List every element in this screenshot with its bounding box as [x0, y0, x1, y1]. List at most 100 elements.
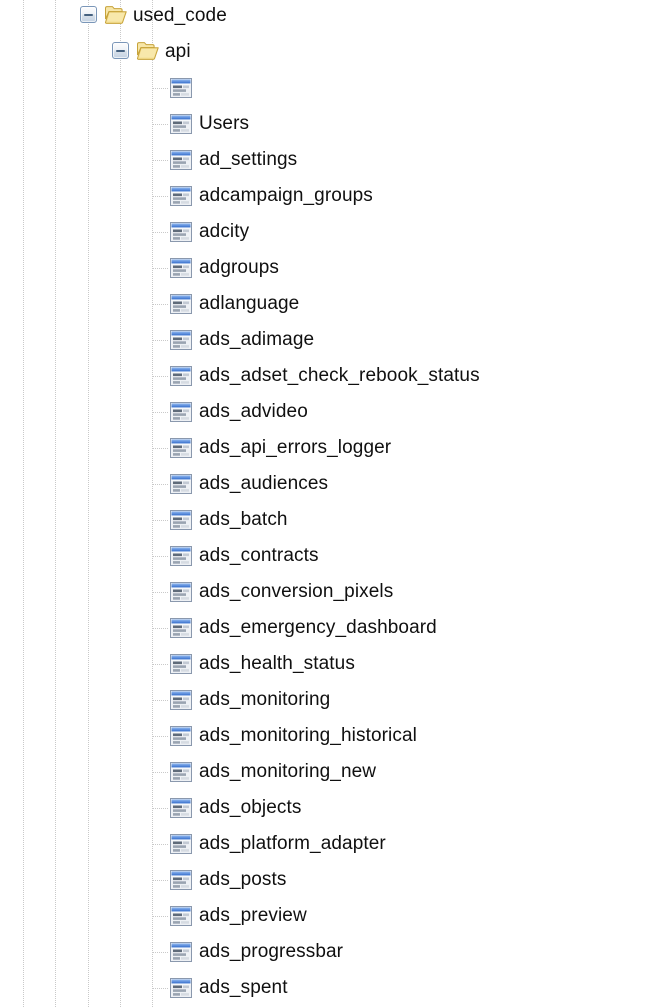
table-view-icon: [170, 150, 192, 170]
table-view-icon: [170, 294, 192, 314]
tree-connector-line: [153, 664, 169, 665]
tree-table-row-ads-api-errors-logger[interactable]: ads_api_errors_logger: [0, 430, 672, 466]
table-view-icon: [170, 762, 192, 782]
tree-table-row-ads-health-status[interactable]: ads_health_status: [0, 646, 672, 682]
expander-minus-icon[interactable]: [112, 42, 129, 59]
table-label: ads_spent: [199, 977, 288, 998]
tree-table-row-unnamed[interactable]: [0, 70, 672, 106]
tree-connector-line: [153, 88, 169, 89]
table-label: adcampaign_groups: [199, 185, 373, 206]
table-view-icon: [170, 546, 192, 566]
table-view-icon: [170, 78, 192, 98]
table-view-icon: [170, 186, 192, 206]
expander-minus-icon[interactable]: [80, 6, 97, 23]
table-view-icon: [170, 474, 192, 494]
table-label: ads_emergency_dashboard: [199, 617, 437, 638]
table-label: ads_advideo: [199, 401, 308, 422]
table-label: ads_monitoring_new: [199, 761, 377, 782]
tree-table-row-adlanguage[interactable]: adlanguage: [0, 286, 672, 322]
table-view-icon: [170, 978, 192, 998]
tree-table-row-ads-preview[interactable]: ads_preview: [0, 898, 672, 934]
tree-folder-row-used-code[interactable]: used_code: [0, 0, 672, 34]
tree-table-row-ads-audiences[interactable]: ads_audiences: [0, 466, 672, 502]
folder-label: api: [165, 41, 191, 62]
tree-table-row-ads-batch[interactable]: ads_batch: [0, 502, 672, 538]
table-view-icon: [170, 798, 192, 818]
table-label: ads_objects: [199, 797, 302, 818]
tree-table-row-ads-posts[interactable]: ads_posts: [0, 862, 672, 898]
table-view-icon: [170, 402, 192, 422]
table-view-icon: [170, 582, 192, 602]
table-view-icon: [170, 618, 192, 638]
table-label: adlanguage: [199, 293, 300, 314]
table-view-icon: [170, 438, 192, 458]
tree-connector-line: [153, 772, 169, 773]
table-label: ads_posts: [199, 869, 287, 890]
table-label: ads_conversion_pixels: [199, 581, 394, 602]
tree-table-row-ads-advideo[interactable]: ads_advideo: [0, 394, 672, 430]
file-tree-explorer[interactable]: used_codeapi Users ad_settings adcampaign_g…: [0, 0, 672, 1008]
table-label: ads_adset_check_rebook_status: [199, 365, 480, 386]
table-view-icon: [170, 222, 192, 242]
table-view-icon: [170, 942, 192, 962]
tree-connector-line: [153, 268, 169, 269]
tree-connector-line: [153, 376, 169, 377]
table-view-icon: [170, 114, 192, 134]
tree-table-row-ads-spent[interactable]: ads_spent: [0, 970, 672, 1006]
tree-table-row-ads-adimage[interactable]: ads_adimage: [0, 322, 672, 358]
tree-table-row-ad-settings[interactable]: ad_settings: [0, 142, 672, 178]
tree-table-row-adcampaign-groups[interactable]: adcampaign_groups: [0, 178, 672, 214]
table-label: ads_audiences: [199, 473, 329, 494]
tree-table-row-ads-monitoring[interactable]: ads_monitoring: [0, 682, 672, 718]
table-label: Users: [199, 113, 250, 134]
table-view-icon: [170, 726, 192, 746]
table-label: ads_adimage: [199, 329, 315, 350]
table-label: ad_settings: [199, 149, 298, 170]
tree-table-row-ads-objects[interactable]: ads_objects: [0, 790, 672, 826]
table-label: adcity: [199, 221, 250, 242]
tree-connector-line: [153, 880, 169, 881]
tree-table-row-ads-progressbar[interactable]: ads_progressbar: [0, 934, 672, 970]
tree-connector-line: [153, 520, 169, 521]
table-view-icon: [170, 510, 192, 530]
table-label: ads_health_status: [199, 653, 355, 674]
tree-connector-line: [153, 196, 169, 197]
table-label: ads_contracts: [199, 545, 319, 566]
table-label: ads_preview: [199, 905, 307, 926]
tree-table-row-adgroups[interactable]: adgroups: [0, 250, 672, 286]
table-view-icon: [170, 654, 192, 674]
table-view-icon: [170, 330, 192, 350]
tree-connector-line: [153, 628, 169, 629]
table-view-icon: [170, 258, 192, 278]
tree-connector-line: [153, 808, 169, 809]
table-view-icon: [170, 906, 192, 926]
folder-open-icon: [136, 41, 159, 60]
tree-connector-line: [153, 232, 169, 233]
tree-table-row-ads-platform-adapter[interactable]: ads_platform_adapter: [0, 826, 672, 862]
tree-table-row-ads-conversion-pixels[interactable]: ads_conversion_pixels: [0, 574, 672, 610]
tree-table-row-ads-contracts[interactable]: ads_contracts: [0, 538, 672, 574]
tree-connector-line: [153, 988, 169, 989]
tree-connector-line: [153, 592, 169, 593]
table-label: ads_batch: [199, 509, 288, 530]
table-label: ads_monitoring: [199, 689, 331, 710]
tree-connector-line: [153, 556, 169, 557]
table-label: ads_monitoring_historical: [199, 725, 417, 746]
table-label: adgroups: [199, 257, 280, 278]
table-view-icon: [170, 834, 192, 854]
tree-connector-line: [153, 916, 169, 917]
tree-table-row-adcity[interactable]: adcity: [0, 214, 672, 250]
tree-table-row-users[interactable]: Users: [0, 106, 672, 142]
table-view-icon: [170, 690, 192, 710]
folder-open-icon: [104, 5, 127, 24]
table-label: ads_api_errors_logger: [199, 437, 392, 458]
table-view-icon: [170, 366, 192, 386]
tree-connector-line: [153, 952, 169, 953]
tree-table-row-ads-monitoring-historical[interactable]: ads_monitoring_historical: [0, 718, 672, 754]
tree-folder-row-api[interactable]: api: [0, 34, 672, 70]
tree-table-row-ads-adset-check-rebook-status[interactable]: ads_adset_check_rebook_status: [0, 358, 672, 394]
tree-connector-line: [153, 304, 169, 305]
tree-table-row-ads-emergency-dashboard[interactable]: ads_emergency_dashboard: [0, 610, 672, 646]
tree-connector-line: [153, 160, 169, 161]
tree-table-row-ads-monitoring-new[interactable]: ads_monitoring_new: [0, 754, 672, 790]
